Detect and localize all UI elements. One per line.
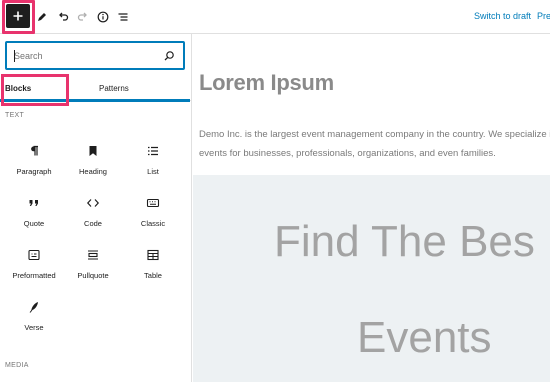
cover-heading-line: Events bbox=[357, 313, 492, 362]
redo-icon bbox=[77, 12, 87, 21]
preformatted-icon bbox=[28, 249, 40, 261]
pencil-icon bbox=[38, 13, 46, 21]
block-label: Quote bbox=[23, 219, 45, 228]
list-view-icon bbox=[118, 13, 128, 21]
keyboard-icon bbox=[146, 198, 160, 208]
post-title[interactable]: Lorem Ipsum bbox=[199, 70, 334, 96]
block-verse[interactable]: Verse bbox=[5, 298, 63, 344]
block-preformatted[interactable]: Preformatted bbox=[5, 246, 63, 292]
block-label: Classic bbox=[140, 219, 166, 228]
heading-bookmark-icon bbox=[89, 146, 97, 156]
code-icon bbox=[86, 199, 100, 207]
block-label: Heading bbox=[79, 167, 107, 176]
tab-patterns[interactable]: Patterns bbox=[99, 75, 129, 101]
preview-button[interactable]: Pre bbox=[537, 11, 550, 21]
block-label: List bbox=[147, 167, 159, 176]
block-label: Verse bbox=[24, 323, 44, 332]
search-icon bbox=[164, 51, 174, 61]
category-label-media: MEDIA bbox=[5, 362, 29, 369]
paragraph-icon bbox=[31, 145, 38, 156]
blocks-tab-highlight bbox=[1, 74, 69, 106]
block-label: Pullquote bbox=[77, 271, 109, 280]
block-quote[interactable]: Quote bbox=[5, 194, 63, 240]
quote-icon bbox=[29, 200, 38, 206]
cover-heading-line: Find The Bes bbox=[274, 217, 535, 266]
search-box[interactable] bbox=[5, 41, 185, 70]
block-list[interactable]: List bbox=[124, 142, 182, 188]
list-icon bbox=[148, 146, 158, 156]
table-icon bbox=[147, 249, 159, 261]
paragraph-line: Demo Inc. is the largest event managemen… bbox=[199, 129, 550, 140]
block-code[interactable]: Code bbox=[64, 194, 122, 240]
switch-to-draft-button[interactable]: Switch to draft bbox=[474, 11, 531, 21]
cover-block[interactable]: Find The Bes Events bbox=[193, 175, 550, 382]
info-icon bbox=[97, 11, 109, 23]
block-label: Preformatted bbox=[12, 271, 56, 280]
editor-canvas: Lorem Ipsum Demo Inc. is the largest eve… bbox=[193, 34, 550, 382]
block-paragraph[interactable]: Paragraph bbox=[5, 142, 63, 188]
block-label: Paragraph bbox=[16, 167, 52, 176]
block-inserter-panel: Blocks Patterns TEXT Paragraph Heading L… bbox=[0, 34, 192, 382]
block-heading[interactable]: Heading bbox=[64, 142, 122, 188]
editor-toolbar: Switch to draft Pre bbox=[0, 0, 550, 34]
text-cursor bbox=[14, 50, 15, 62]
search-input[interactable] bbox=[14, 50, 154, 62]
pullquote-icon bbox=[88, 250, 98, 260]
block-pullquote[interactable]: Pullquote bbox=[64, 246, 122, 292]
list-view-button[interactable] bbox=[111, 5, 135, 29]
block-label: Code bbox=[84, 219, 102, 228]
block-table[interactable]: Table bbox=[124, 246, 182, 292]
verse-quill-icon bbox=[29, 302, 38, 313]
block-label: Table bbox=[144, 271, 162, 280]
paragraph-line: events for businesses, professionals, or… bbox=[199, 148, 496, 159]
undo-icon bbox=[59, 12, 69, 21]
paragraph-block[interactable]: Demo Inc. is the largest event managemen… bbox=[199, 125, 550, 163]
category-label-text: TEXT bbox=[5, 112, 25, 119]
block-classic[interactable]: Classic bbox=[124, 194, 182, 240]
